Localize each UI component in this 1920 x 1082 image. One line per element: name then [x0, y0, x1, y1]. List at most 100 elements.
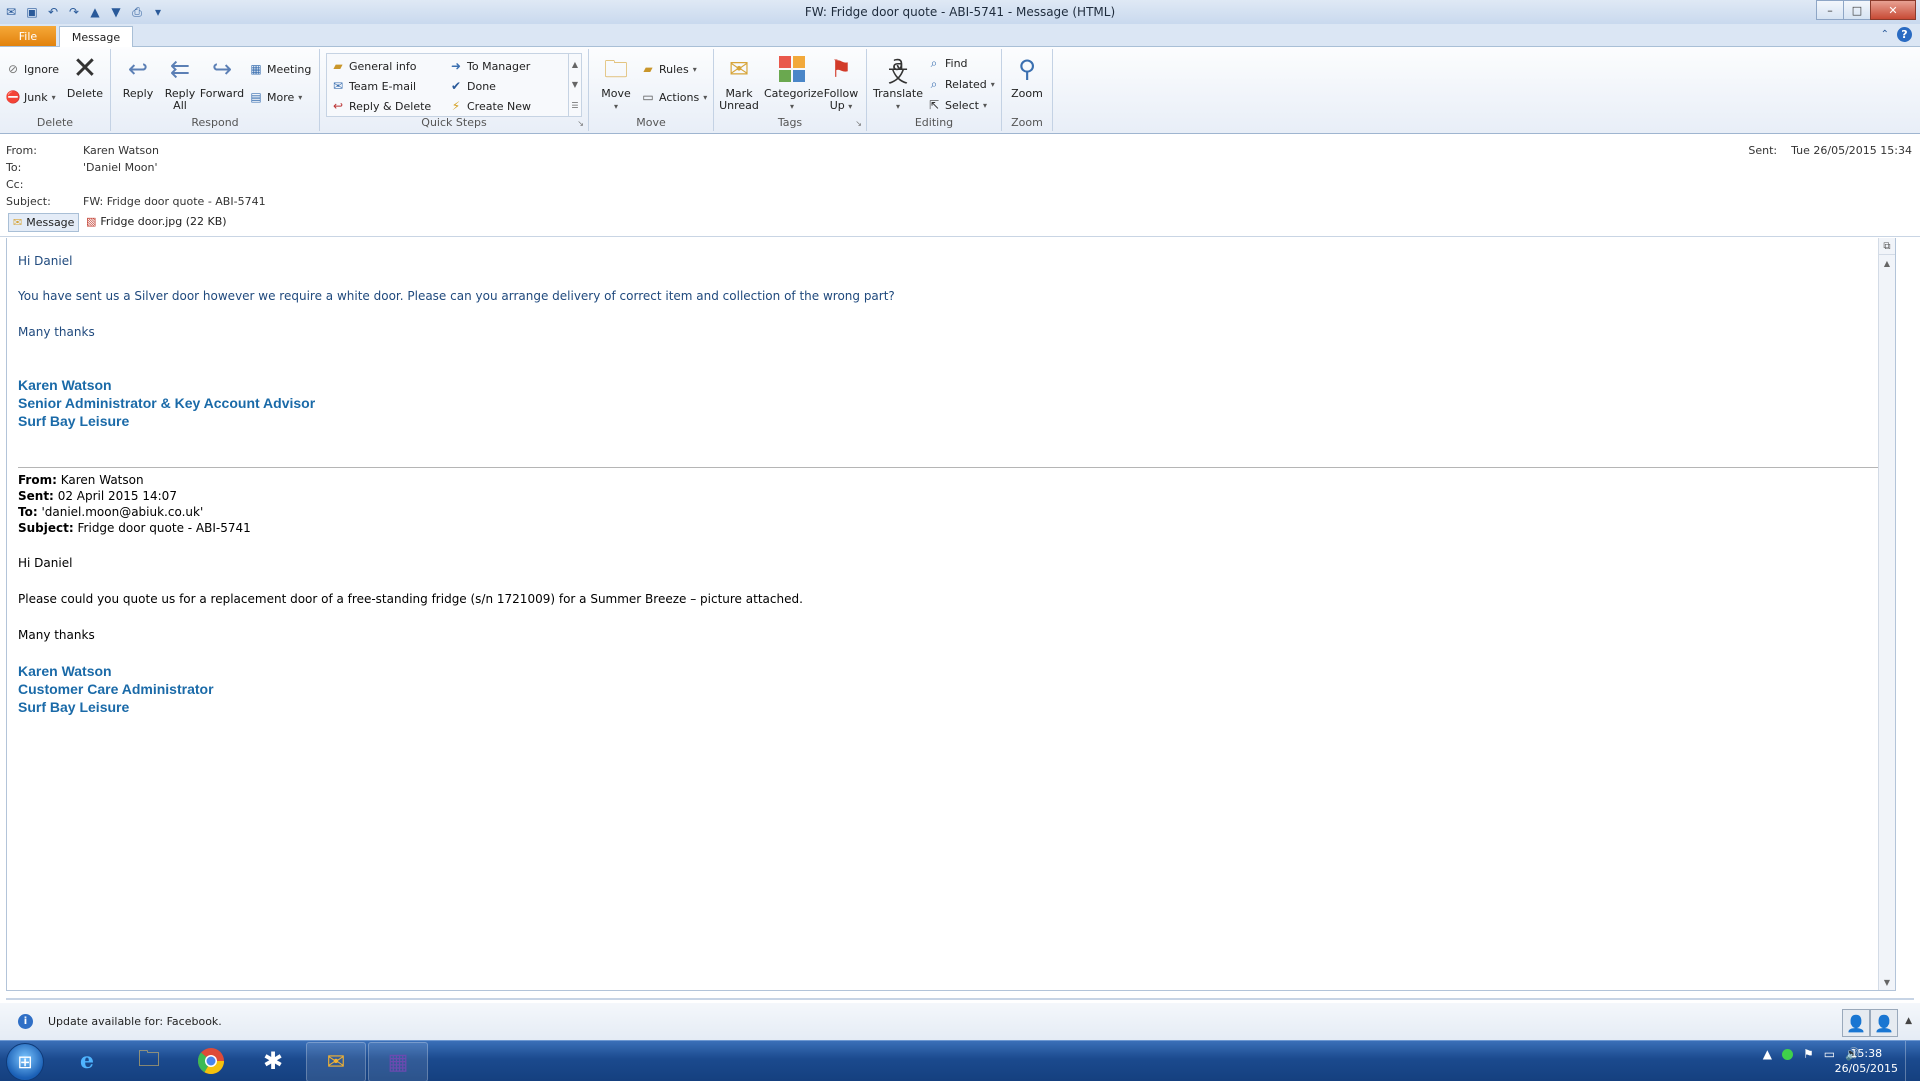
status-icon[interactable] — [1781, 1048, 1793, 1060]
translate-button[interactable]: a文 Translate ▾ — [873, 53, 923, 113]
taskbar-explorer-icon[interactable]: 🗀 — [120, 1042, 178, 1080]
taskbar-outlook-icon[interactable]: ✉ — [306, 1042, 366, 1082]
scroll-up-icon[interactable]: ▲ — [1879, 255, 1895, 271]
ignore-icon: ⊘ — [7, 62, 19, 76]
window-controls: – □ ✕ — [1816, 0, 1916, 20]
chevron-down-icon: ▾ — [298, 92, 303, 102]
scroll-down-icon[interactable]: ▼ — [572, 80, 578, 89]
chevron-down-icon: ▾ — [848, 102, 853, 111]
actions-button[interactable]: ▭ Actions ▾ — [641, 89, 707, 105]
show-desktop-button[interactable] — [1905, 1041, 1920, 1081]
fwd-signature-name: Karen Watson — [18, 663, 112, 679]
maximize-button[interactable]: □ — [1843, 0, 1871, 20]
find-icon: ⌕ — [930, 55, 938, 70]
scroll-down-icon[interactable]: ▼ — [1879, 974, 1895, 990]
network-icon[interactable]: ▭ — [1824, 1047, 1835, 1061]
translate-icon: a文 — [888, 51, 908, 87]
group-move: 🗀 Move ▾ ▰ Rules ▾ ▭ Actions ▾ Move — [589, 49, 714, 131]
reply-button[interactable]: ↩ Reply — [115, 53, 161, 100]
rules-button[interactable]: ▰ Rules ▾ — [641, 61, 697, 77]
rules-icon: ▰ — [643, 62, 653, 76]
people-pane-splitter[interactable] — [6, 998, 1914, 1000]
chevron-down-icon: ▾ — [51, 92, 56, 102]
mark-unread-icon: ✉ — [728, 55, 750, 83]
help-icon[interactable]: ? — [1897, 27, 1912, 42]
taskbar-ie-icon[interactable]: e — [58, 1042, 116, 1080]
reply-all-button[interactable]: ⇇ Reply All — [157, 53, 203, 112]
start-button[interactable]: ⊞ — [6, 1043, 44, 1081]
quick-step-general-info[interactable]: ▰ General info — [331, 58, 416, 74]
tab-file[interactable]: File — [0, 26, 56, 46]
flag-icon[interactable]: ⚑ — [1803, 1047, 1814, 1061]
fwd-sent: Sent: 02 April 2015 14:07 — [18, 489, 177, 503]
close-button[interactable]: ✕ — [1870, 0, 1916, 20]
quick-step-done[interactable]: ✔ Done — [449, 78, 496, 94]
message-view-tab[interactable]: ✉ Message — [8, 213, 80, 232]
message-header: From: Karen Watson To: 'Daniel Moon' Cc: S… — [0, 134, 1920, 213]
minimize-button[interactable]: – — [1816, 0, 1844, 20]
fwd-paragraph: Please could you quote us for a replacem… — [18, 592, 803, 606]
follow-up-button[interactable]: ⚑ Follow Up ▾ — [818, 53, 864, 113]
zoom-button[interactable]: ⚲ Zoom — [1004, 53, 1050, 100]
fwd-to: To: 'daniel.moon@abiuk.co.uk' — [18, 505, 204, 519]
sender-name[interactable]: Karen Watson — [83, 144, 159, 157]
to-manager-icon: ➜ — [450, 59, 462, 73]
taskbar-chrome-icon[interactable] — [182, 1042, 240, 1080]
related-button[interactable]: ⌕ Related ▾ — [927, 76, 995, 92]
info-bar-text[interactable]: Update available for: Facebook. — [48, 1015, 222, 1028]
quick-step-team-email[interactable]: ✉ Team E-mail — [331, 78, 416, 94]
junk-button[interactable]: ⛔ Junk ▾ — [6, 89, 56, 105]
message-body[interactable]: Hi Daniel You have sent us a Silver door… — [6, 238, 1896, 991]
mark-unread-button[interactable]: ✉ Mark Unread — [716, 53, 762, 112]
team-email-icon: ✉ — [332, 79, 344, 93]
more-button[interactable]: ▤ More ▾ — [249, 89, 302, 105]
select-button[interactable]: ⇱ Select ▾ — [927, 97, 987, 113]
scroll-up-icon[interactable]: ▲ — [572, 60, 578, 69]
meeting-button[interactable]: ▦ Meeting — [249, 61, 311, 77]
tray-expand-icon[interactable]: ▲ — [1763, 1047, 1772, 1061]
recipient-name[interactable]: 'Daniel Moon' — [83, 161, 158, 174]
minimize-ribbon-icon[interactable]: ⌃ — [1881, 29, 1889, 40]
clock-time: 15:38 — [1850, 1047, 1883, 1060]
categorize-icon — [776, 53, 808, 85]
fwd-to-address[interactable]: 'daniel.moon@abiuk.co.uk' — [41, 505, 203, 519]
avatar[interactable]: 👤 — [1842, 1009, 1870, 1037]
window-title: FW: Fridge door quote - ABI-5741 - Messa… — [804, 5, 1116, 19]
quick-step-create-new[interactable]: ⚡ Create New — [449, 98, 531, 114]
header-subject: Subject: FW: Fridge door quote - ABI-5741 — [6, 195, 266, 208]
chevron-down-icon: ▾ — [692, 64, 697, 74]
fwd-subject: Subject: Fridge door quote - ABI-5741 — [18, 521, 251, 535]
lightning-icon: ⚡ — [451, 99, 461, 113]
forward-button[interactable]: ↪ Forward — [199, 53, 245, 100]
view-options-icon[interactable]: ⧉ — [1879, 238, 1895, 255]
avatar[interactable]: 👤 — [1870, 1009, 1898, 1037]
signature-company: Surf Bay Leisure — [18, 413, 130, 429]
chevron-down-icon: ▾ — [895, 102, 900, 111]
quick-step-reply-delete[interactable]: ↩ Reply & Delete — [331, 98, 431, 114]
taskbar-app-icon[interactable]: ✱ — [244, 1042, 302, 1080]
group-quick-steps: ▰ General info ➜ To Manager ✉ Team E-mai… — [320, 49, 589, 131]
forward-icon: ↪ — [211, 55, 233, 83]
quick-steps-scroll[interactable]: ▲ ▼ ☰ — [568, 54, 581, 116]
expand-gallery-icon[interactable]: ☰ — [571, 101, 578, 110]
expand-people-pane-icon[interactable]: ▲ — [1905, 1016, 1912, 1026]
categorize-button[interactable]: Categorize ▾ — [764, 53, 823, 113]
info-icon: i — [18, 1014, 33, 1029]
find-button[interactable]: ⌕ Find — [927, 55, 968, 71]
sent-date: Tue 26/05/2015 15:34 — [1791, 144, 1912, 157]
group-editing: a文 Translate ▾ ⌕ Find ⌕ Related ▾ ⇱ Sele… — [867, 49, 1002, 131]
vertical-scrollbar[interactable]: ⧉ ▲ ▼ — [1878, 238, 1895, 990]
clock[interactable]: 15:38 26/05/2015 — [1835, 1046, 1898, 1076]
fwd-greeting: Hi Daniel — [18, 556, 73, 570]
move-button[interactable]: 🗀 Move ▾ — [593, 53, 639, 113]
taskbar-grid-app-icon[interactable]: ▦ — [368, 1042, 428, 1082]
attachment-file[interactable]: ▧ Fridge door.jpg (22 KB) — [82, 213, 231, 230]
quick-step-to-manager[interactable]: ➜ To Manager — [449, 58, 530, 74]
tab-message[interactable]: Message — [59, 26, 133, 47]
chevron-down-icon: ▾ — [703, 92, 708, 102]
fwd-from: From: Karen Watson — [18, 473, 144, 487]
ignore-button[interactable]: ⊘ Ignore — [6, 61, 59, 77]
body-greeting: Hi Daniel — [18, 254, 73, 268]
attachment-divider — [0, 236, 1920, 237]
delete-button[interactable]: ✕ Delete — [62, 53, 108, 100]
